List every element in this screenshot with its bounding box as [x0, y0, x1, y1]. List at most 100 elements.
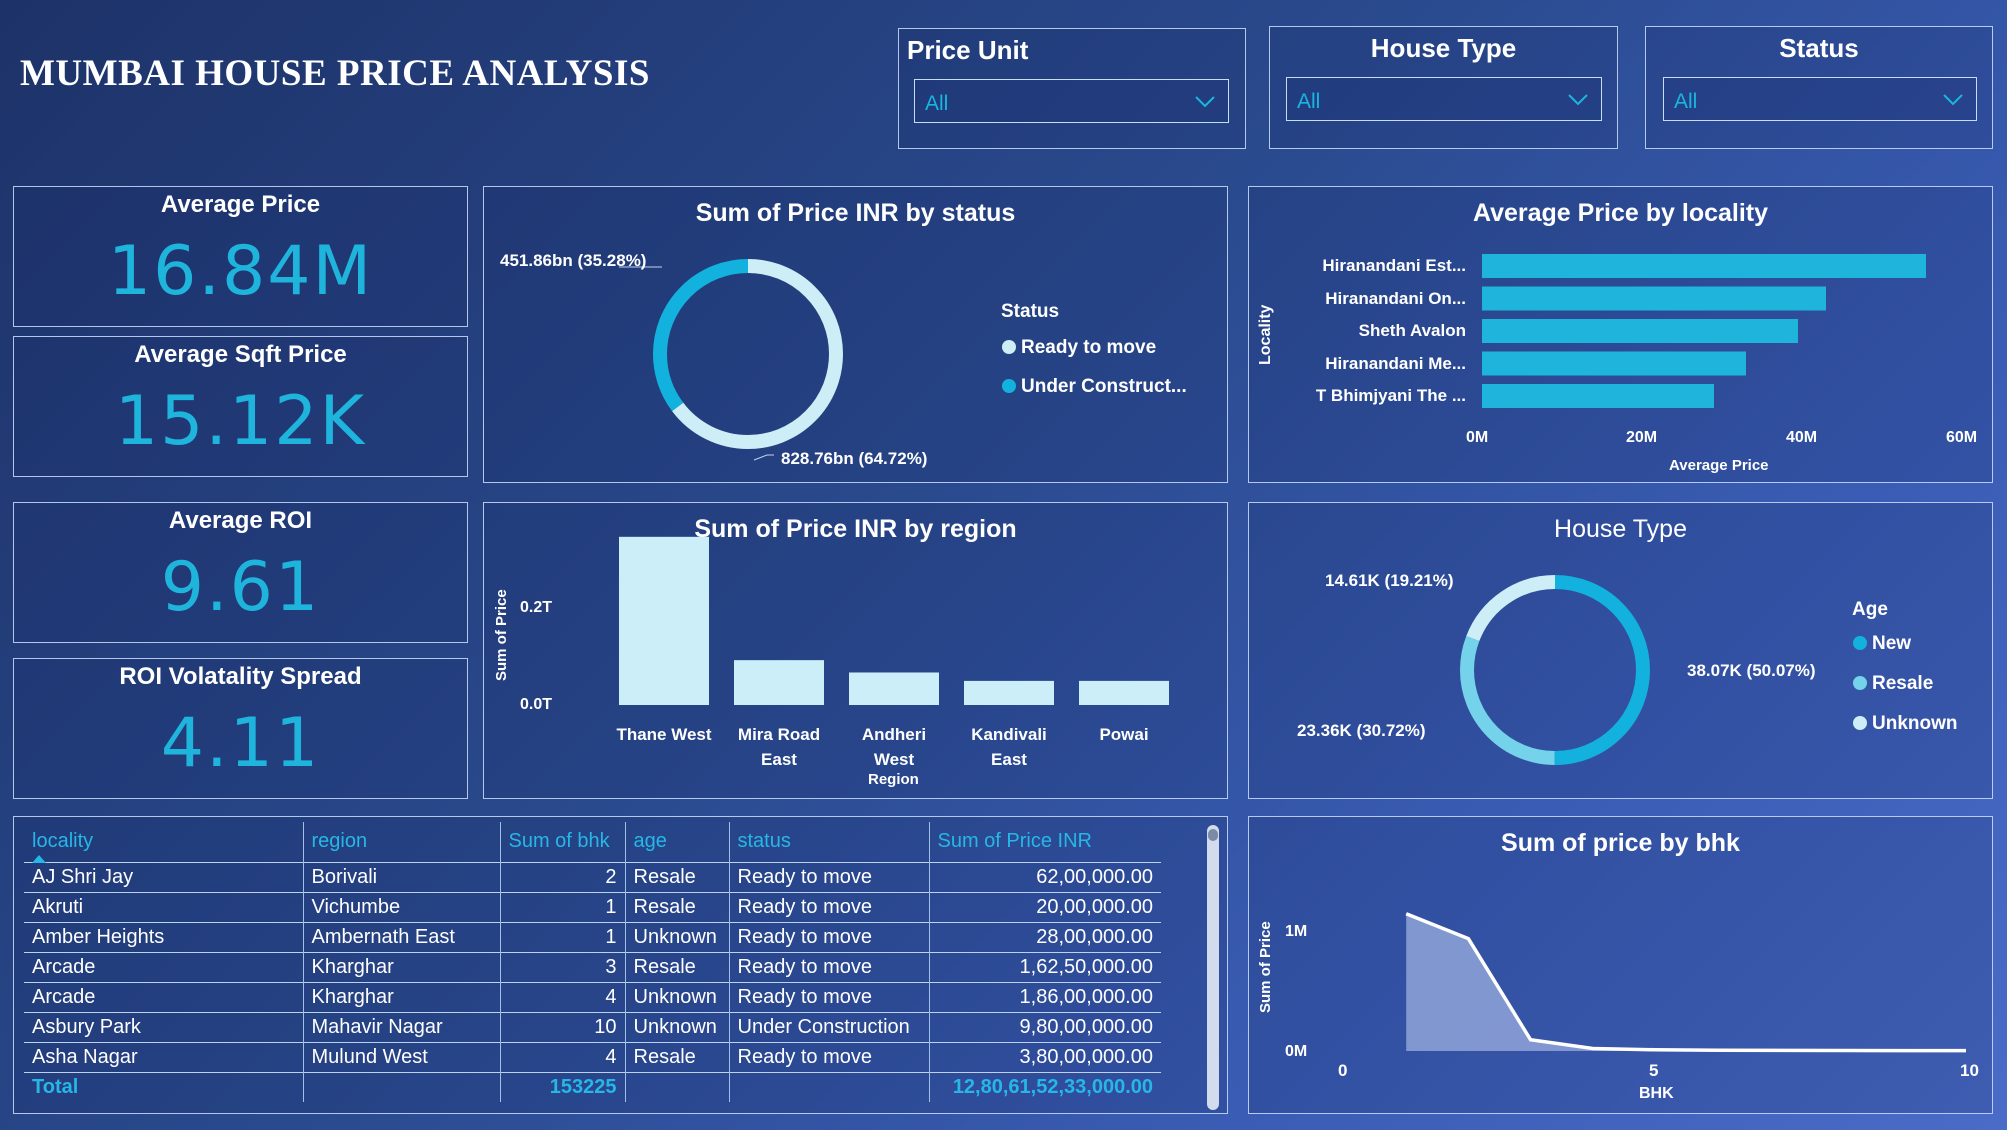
table-cell: Amber Heights: [24, 921, 304, 952]
table-row[interactable]: Amber Heights Ambernath East 1 Unknown Ready…: [24, 921, 1161, 952]
category-label: Hiranandani Me...: [1325, 353, 1466, 373]
region-bar: [734, 660, 824, 705]
sort-ascending-icon: [32, 854, 46, 863]
table-cell: Ready to move: [729, 1041, 930, 1072]
data-label: 14.61K (19.21%): [1325, 571, 1454, 590]
category-label: T Bhimjyani The ...: [1315, 386, 1466, 405]
x-tick-label: 20M: [1626, 429, 1658, 446]
table-total-row[interactable]: Total 153225 12,80,61,52,33,000.00: [24, 1071, 1161, 1102]
category-label: Mira Road: [737, 725, 821, 744]
table-cell: Ready to move: [729, 951, 930, 982]
table-row[interactable]: Asha Nagar Mulund West 4 Resale Ready to mov…: [24, 1041, 1161, 1072]
column-header-sum-of-price[interactable]: Sum of Price INR: [929, 822, 1161, 862]
table-cell: Asha Nagar: [24, 1041, 304, 1072]
bhk-area-chart: Sum of price by bhk Sum of Price 1M 0M 0…: [1248, 816, 1993, 1114]
status-donut-svg: [619, 259, 843, 461]
kpi-value: 4.11: [160, 704, 321, 783]
category-label: West: [873, 750, 915, 769]
locality-bar: [1482, 351, 1746, 376]
kpi-value: 16.84M: [107, 232, 374, 311]
table-row[interactable]: Akruti Vichumbe 1 Resale Ready to move 20,00,…: [24, 891, 1161, 922]
table-cell: Akruti: [24, 891, 304, 922]
column-header-status[interactable]: status: [729, 822, 930, 862]
region-bar: [1079, 680, 1169, 705]
legend-item[interactable]: Resale: [1853, 673, 1933, 695]
locality-bar-chart: Average Price by locality Locality Hiran…: [1248, 186, 1993, 483]
table-cell: 2: [500, 861, 626, 892]
table-cell: Mahavir Nagar: [303, 1011, 501, 1042]
table-cell: 9,80,00,000.00: [929, 1011, 1161, 1042]
table-cell: Kharghar: [303, 981, 501, 1012]
table-cell: 1,86,00,000.00: [929, 981, 1161, 1012]
table-cell: Total: [24, 1071, 304, 1102]
column-header-sum-of-bhk[interactable]: Sum of bhk: [500, 822, 626, 862]
table-cell: Ready to move: [729, 981, 930, 1012]
table-cell: Under Construction: [729, 1011, 930, 1042]
table-cell: [625, 1071, 730, 1102]
table-row[interactable]: Arcade Kharghar 3 Resale Ready to move 1,62,5…: [24, 951, 1161, 982]
dropdown-value: All: [1297, 90, 1321, 113]
status-dropdown[interactable]: All: [1663, 77, 1977, 121]
table-row[interactable]: Arcade Kharghar 4 Unknown Ready to move 1,86,…: [24, 981, 1161, 1012]
table-cell: 4: [500, 1041, 626, 1072]
legend-item[interactable]: Under Construct...: [1002, 376, 1187, 398]
table-cell: Arcade: [24, 981, 304, 1012]
kpi-label: Average Price: [160, 191, 321, 218]
x-tick-label: 0: [1338, 1061, 1348, 1080]
category-label: Sheth Avalon: [1358, 321, 1466, 340]
table-cell: Resale: [625, 891, 730, 922]
category-label: East: [761, 750, 797, 769]
chevron-down-icon: [1195, 96, 1215, 108]
chevron-down-icon: [1943, 94, 1963, 106]
legend-item[interactable]: Unknown: [1853, 713, 1958, 735]
table-cell: 4: [500, 981, 626, 1012]
table-cell: Kharghar: [303, 951, 501, 982]
table-row[interactable]: Asbury Park Mahavir Nagar 10 Unknown Under C…: [24, 1011, 1161, 1042]
x-tick-label: 5: [1649, 1061, 1659, 1080]
data-label: 23.36K (30.72%): [1297, 721, 1426, 740]
scrollbar-thumb[interactable]: [1208, 829, 1218, 841]
legend-label: Under Construct...: [1021, 376, 1187, 397]
legend-label: Unknown: [1872, 713, 1958, 734]
x-tick-label: 60M: [1946, 429, 1978, 446]
data-label: 38.07K (50.07%): [1687, 661, 1816, 680]
kpi-label: ROI Volatality Spread: [119, 663, 362, 690]
category-label: Kandivali: [971, 725, 1047, 744]
legend-label: New: [1872, 633, 1912, 654]
category-label: Powai: [1099, 725, 1149, 744]
table-header-row: locality region Sum of bhk age status Su…: [24, 822, 1161, 863]
column-header-age[interactable]: age: [625, 822, 730, 862]
table-cell: 1,62,50,000.00: [929, 951, 1161, 982]
table-row[interactable]: AJ Shri Jay Borivali 2 Resale Ready to move 6…: [24, 861, 1161, 892]
region-bar: [849, 672, 939, 705]
table-cell: Resale: [625, 1041, 730, 1072]
x-axis-label: Region: [868, 771, 919, 788]
x-axis-label: BHK: [1639, 1085, 1674, 1102]
category-label: Andheri: [861, 725, 927, 744]
table-cell: 153225: [500, 1071, 626, 1102]
page-title: MUMBAI HOUSE PRICE ANALYSIS: [20, 53, 650, 94]
table-cell: Unknown: [625, 1011, 730, 1042]
legend-item[interactable]: New: [1853, 633, 1911, 655]
legend-dot-icon: [1853, 716, 1867, 730]
locality-bar: [1482, 254, 1926, 278]
table-cell: Vichumbe: [303, 891, 501, 922]
column-header-region[interactable]: region: [303, 822, 501, 862]
legend-title: Age: [1852, 599, 1888, 620]
legend-dot-icon: [1002, 379, 1016, 393]
table-cell: 1: [500, 891, 626, 922]
slicer-price-unit: Price Unit All: [898, 28, 1246, 149]
vertical-scrollbar[interactable]: [1207, 825, 1219, 1110]
slicer-label: Price Unit: [907, 35, 1029, 65]
chevron-down-icon: [1568, 94, 1588, 106]
table-cell: 62,00,000.00: [929, 861, 1161, 892]
locality-bar: [1482, 286, 1826, 311]
price-unit-dropdown[interactable]: All: [914, 79, 1229, 123]
column-header-locality[interactable]: locality: [24, 822, 304, 863]
table-cell: 3,80,00,000.00: [929, 1041, 1161, 1072]
table-cell: [303, 1071, 501, 1102]
legend-item[interactable]: Ready to move: [1002, 337, 1156, 359]
x-axis-label: Average Price: [1669, 457, 1769, 474]
house-type-dropdown[interactable]: All: [1286, 77, 1602, 121]
locality-bar: [1482, 384, 1714, 408]
